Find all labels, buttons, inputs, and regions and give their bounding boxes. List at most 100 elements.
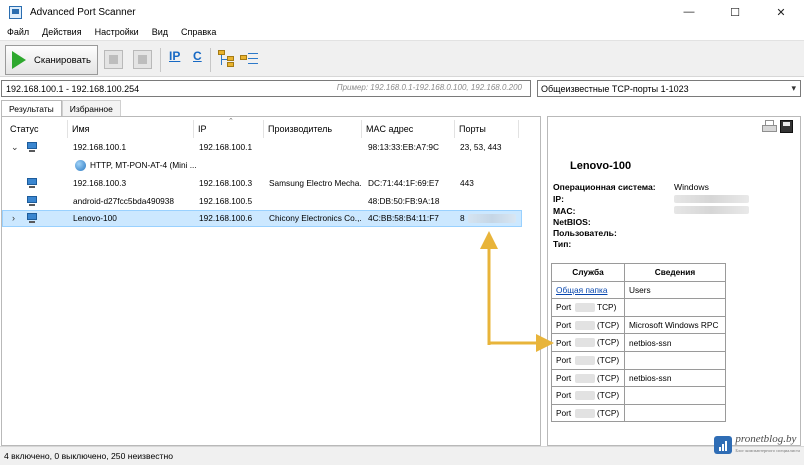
column-name[interactable]: Имя: [68, 120, 194, 138]
table-row-child[interactable]: HTTP, MT-PON-AT-4 (Mini ...: [2, 157, 522, 174]
service-info: [624, 403, 726, 423]
close-button[interactable]: ✕: [758, 0, 804, 24]
redacted-port: [575, 320, 595, 330]
redacted-port: [575, 355, 595, 365]
redacted-port: [575, 338, 595, 348]
redacted-port: [575, 408, 595, 418]
stop-icon: [138, 55, 147, 64]
row-name: Lenovo-100: [73, 213, 117, 223]
redacted-port: [575, 391, 595, 401]
collapse-all-icon[interactable]: [240, 50, 258, 68]
row-ip: 192.168.100.1: [199, 142, 253, 152]
service-row: Port TCP): [551, 298, 726, 317]
app-icon: [9, 5, 22, 19]
column-status[interactable]: Статус: [6, 120, 68, 138]
maximize-button[interactable]: ☐: [712, 0, 758, 24]
row-ip: 192.168.100.5: [199, 196, 253, 206]
watermark: pronetblog.by Блог компьютерного специал…: [714, 434, 800, 456]
service-info: netbios-ssn: [624, 333, 726, 352]
service-proto: TCP): [597, 302, 617, 313]
computer-icon: [26, 142, 38, 153]
row-mac: 98:13:33:EB:A7:9C: [368, 142, 440, 152]
menu-help[interactable]: Справка: [181, 27, 216, 37]
menu-file[interactable]: Файл: [7, 27, 29, 37]
ip-range-input[interactable]: 192.168.100.1 - 192.168.100.254 Пример: …: [1, 80, 531, 97]
service-row: Port (TCP) netbios-ssn: [551, 368, 726, 388]
services-header-info: Сведения: [624, 263, 726, 282]
tab-results[interactable]: Результаты: [1, 100, 62, 116]
table-row[interactable]: android-d27fcc5bda490938 192.168.100.5 4…: [2, 193, 522, 210]
watermark-tagline: Блог компьютерного специалиста: [735, 448, 800, 453]
tab-favorites[interactable]: Избранное: [61, 100, 121, 116]
window-controls: — ☐ ✕: [666, 0, 804, 24]
info-mac-label: MAC:: [553, 206, 576, 216]
column-vendor[interactable]: Производитель: [264, 120, 362, 138]
menu-view[interactable]: Вид: [152, 27, 168, 37]
service-info: [624, 298, 726, 317]
table-row-selected[interactable]: › Lenovo-100 192.168.100.6 Chicony Elect…: [2, 210, 522, 227]
service-row: Port (TCP): [551, 403, 726, 423]
service-proto: (TCP): [597, 372, 620, 383]
row-ip: 192.168.100.6: [199, 213, 253, 223]
scan-button[interactable]: Сканировать: [5, 45, 98, 75]
expand-chevron-icon[interactable]: ›: [12, 210, 15, 227]
details-panel: Lenovo-100 Операционная система: Windows…: [547, 116, 801, 446]
service-info: [624, 386, 726, 405]
column-ports[interactable]: Порты: [455, 120, 519, 138]
service-info: netbios-ssn: [624, 368, 726, 388]
minimize-button[interactable]: —: [666, 0, 712, 24]
service-info: Microsoft Windows RPC: [624, 315, 726, 335]
watermark-logo-icon: [714, 436, 733, 454]
info-os-label: Операционная система:: [553, 182, 656, 192]
row-mac: 48:DB:50:FB:9A:18: [368, 196, 440, 206]
results-list: Статус Имя IP ⌃ Производитель MAC адрес …: [1, 116, 541, 446]
table-row[interactable]: ⌄ 192.168.100.1 192.168.100.1 98:13:33:E…: [2, 139, 522, 156]
services-table: Служба Сведения Общая папка Users Port TC…: [551, 263, 726, 423]
menu-actions[interactable]: Действия: [42, 27, 81, 37]
service-info: [624, 350, 726, 370]
ports-preset-select[interactable]: Общеизвестные TCP-порты 1-1023 ▾: [537, 80, 801, 97]
redacted-ip: [674, 195, 749, 203]
print-icon[interactable]: [762, 120, 777, 134]
service-row: Общая папка Users: [551, 280, 726, 300]
service-port: Port: [556, 408, 572, 419]
row-ports: 8: [460, 213, 465, 223]
computer-icon: [26, 196, 38, 207]
services-header-service: Служба: [551, 263, 625, 282]
subnet-c-button[interactable]: C: [193, 49, 202, 63]
status-text: 4 включено, 0 выключено, 250 неизвестно: [4, 451, 174, 461]
service-info: Users: [624, 280, 726, 300]
redacted-port: [575, 373, 595, 383]
ports-preset-value: Общеизвестные TCP-порты 1-1023: [541, 83, 689, 94]
service-proto: (TCP): [597, 390, 620, 401]
service-proto: (TCP): [597, 337, 620, 348]
status-bar: 4 включено, 0 выключено, 250 неизвестно: [0, 446, 804, 465]
save-icon[interactable]: [780, 120, 793, 133]
chevron-down-icon: ▾: [791, 83, 796, 93]
service-port: Port: [556, 302, 572, 313]
column-mac[interactable]: MAC адрес: [362, 120, 455, 138]
row-name: 192.168.100.3: [73, 178, 127, 188]
play-icon: [12, 51, 26, 69]
toolbar-separator: [160, 48, 161, 72]
info-user-label: Пользователь:: [553, 228, 617, 238]
pause-button[interactable]: [104, 50, 123, 69]
info-os-value: Windows: [674, 182, 709, 192]
globe-icon: [75, 160, 86, 171]
collapse-chevron-icon[interactable]: ⌄: [11, 139, 19, 156]
ip-range-button[interactable]: IP: [169, 49, 180, 63]
ip-range-value: 192.168.100.1 - 192.168.100.254: [6, 83, 140, 94]
row-ip: 192.168.100.3: [199, 178, 253, 188]
service-row: Port (TCP) netbios-ssn: [551, 333, 726, 352]
watermark-text: pronetblog.by Блог компьютерного специал…: [735, 434, 800, 456]
shared-folder-link[interactable]: Общая папка: [556, 285, 607, 295]
row-service: HTTP, MT-PON-AT-4 (Mini ...: [90, 160, 197, 170]
scan-button-label: Сканировать: [34, 54, 91, 66]
expand-all-icon[interactable]: [218, 50, 236, 68]
menu-settings[interactable]: Настройки: [95, 27, 139, 37]
service-row: Port (TCP) Microsoft Windows RPC: [551, 315, 726, 335]
stop-button[interactable]: [133, 50, 152, 69]
watermark-name: pronetblog.by: [735, 433, 797, 445]
table-row[interactable]: 192.168.100.3 192.168.100.3 Samsung Elec…: [2, 175, 522, 192]
row-ports: 443: [460, 178, 474, 188]
